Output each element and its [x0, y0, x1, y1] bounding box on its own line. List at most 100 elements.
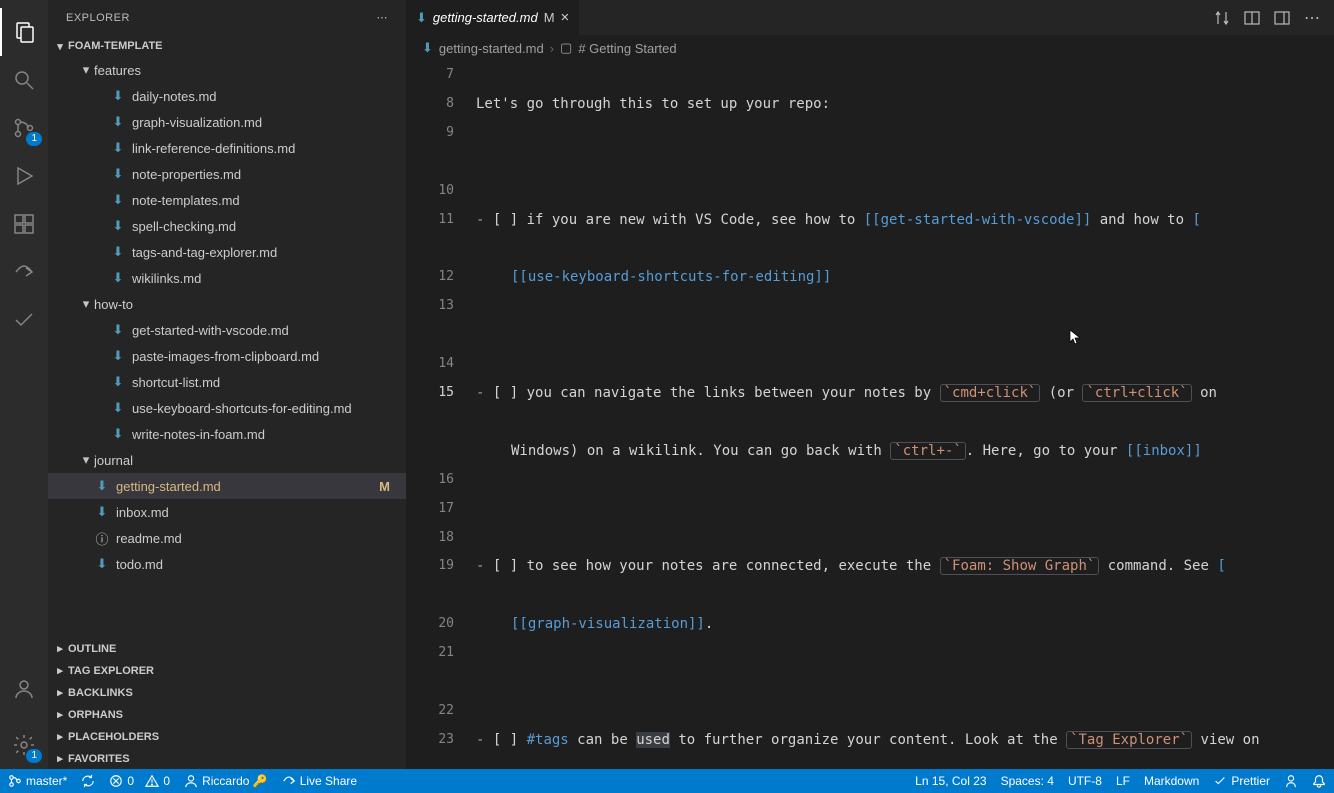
run-icon[interactable] — [0, 152, 48, 200]
preview-icon[interactable] — [1244, 10, 1260, 26]
chevron-right-icon: ▸ — [52, 642, 68, 655]
markdown-icon: ⬇ — [110, 114, 126, 130]
breadcrumb[interactable]: ⬇ getting-started.md › ▢ # Getting Start… — [406, 35, 1334, 61]
file-item[interactable]: ⬇get-started-with-vscode.md — [48, 317, 406, 343]
status-lang[interactable]: Markdown — [1144, 774, 1199, 788]
file-item[interactable]: ⬇spell-checking.md — [48, 213, 406, 239]
status-spaces[interactable]: Spaces: 4 — [1001, 774, 1054, 788]
status-sync[interactable] — [81, 774, 95, 788]
markdown-icon: ⬇ — [110, 140, 126, 156]
status-errors[interactable]: 0 0 — [109, 774, 170, 788]
sidebar-title: EXPLORER — [66, 12, 377, 24]
search-icon[interactable] — [0, 56, 48, 104]
file-item[interactable]: ⬇link-reference-definitions.md — [48, 135, 406, 161]
chevron-right-icon: ▸ — [52, 708, 68, 721]
editor-body[interactable]: 7 8 9 10 11 12 13 14 15 16 17 18 19 — [406, 61, 1334, 769]
status-bell-icon[interactable] — [1312, 774, 1326, 788]
file-item[interactable]: ⬇graph-visualization.md — [48, 109, 406, 135]
file-tree: ▾ features ⬇daily-notes.md ⬇graph-visual… — [48, 57, 406, 637]
markdown-icon: ⬇ — [416, 10, 427, 26]
sidebar-more-icon[interactable]: ⋯ — [377, 11, 389, 24]
project-header[interactable]: ▾ FOAM-TEMPLATE — [48, 35, 406, 57]
file-item[interactable]: ⓘreadme.md — [48, 525, 406, 551]
markdown-icon: ⬇ — [110, 88, 126, 104]
markdown-icon: ⬇ — [110, 348, 126, 364]
folder-features[interactable]: ▾ features — [48, 57, 406, 83]
account-icon[interactable] — [0, 665, 48, 713]
explorer-icon[interactable] — [0, 8, 48, 56]
settings-badge: 1 — [26, 749, 42, 763]
markdown-icon: ⬇ — [94, 556, 110, 572]
status-prettier[interactable]: Prettier — [1213, 774, 1270, 788]
status-encoding[interactable]: UTF-8 — [1068, 774, 1102, 788]
file-item[interactable]: ⬇note-properties.md — [48, 161, 406, 187]
modified-badge: M — [379, 479, 394, 494]
status-position[interactable]: Ln 15, Col 23 — [915, 774, 986, 788]
split-icon[interactable] — [1274, 10, 1290, 26]
markdown-icon: ⬇ — [110, 244, 126, 260]
activity-bar: 1 1 — [0, 0, 48, 769]
status-branch[interactable]: master* — [8, 774, 67, 788]
tab-modified: M — [544, 10, 555, 25]
project-name: FOAM-TEMPLATE — [68, 40, 163, 52]
status-liveshare[interactable]: Live Share — [282, 774, 357, 788]
extensions-icon[interactable] — [0, 200, 48, 248]
check-icon[interactable] — [0, 296, 48, 344]
markdown-icon: ⬇ — [110, 218, 126, 234]
markdown-icon: ⬇ — [110, 166, 126, 182]
file-item[interactable]: ⬇paste-images-from-clipboard.md — [48, 343, 406, 369]
folder-howto[interactable]: ▾ how-to — [48, 291, 406, 317]
status-bar: master* 0 0 Riccardo 🔑 Live Share Ln 15,… — [0, 769, 1334, 793]
chevron-down-icon: ▾ — [78, 296, 94, 312]
info-icon: ⓘ — [94, 529, 110, 548]
tab-filename: getting-started.md — [433, 10, 538, 25]
chevron-down-icon: ▾ — [78, 62, 94, 78]
file-item[interactable]: ⬇daily-notes.md — [48, 83, 406, 109]
section-backlinks[interactable]: ▸BACKLINKS — [48, 681, 406, 703]
file-item[interactable]: ⬇wikilinks.md — [48, 265, 406, 291]
section-orphans[interactable]: ▸ORPHANS — [48, 703, 406, 725]
markdown-icon: ⬇ — [110, 426, 126, 442]
share-icon[interactable] — [0, 248, 48, 296]
source-control-icon[interactable]: 1 — [0, 104, 48, 152]
status-feedback-icon[interactable] — [1284, 774, 1298, 788]
chevron-down-icon: ▾ — [52, 40, 68, 53]
editor-area: ⬇ getting-started.md M × ⋯ ⬇ getting-sta… — [406, 0, 1334, 769]
compare-icon[interactable] — [1214, 10, 1230, 26]
markdown-icon: ⬇ — [110, 400, 126, 416]
markdown-icon: ⬇ — [110, 192, 126, 208]
folder-journal[interactable]: ▾ journal — [48, 447, 406, 473]
code-content[interactable]: Let's go through this to set up your rep… — [476, 61, 1334, 769]
markdown-icon: ⬇ — [94, 504, 110, 520]
chevron-right-icon: ▸ — [52, 664, 68, 677]
scm-badge: 1 — [26, 132, 42, 146]
section-outline[interactable]: ▸OUTLINE — [48, 637, 406, 659]
file-getting-started[interactable]: ⬇getting-started.mdM — [48, 473, 406, 499]
file-item[interactable]: ⬇use-keyboard-shortcuts-for-editing.md — [48, 395, 406, 421]
breadcrumb-heading: # Getting Started — [578, 41, 676, 56]
close-icon[interactable]: × — [561, 9, 570, 26]
settings-icon[interactable]: 1 — [0, 721, 48, 769]
file-item[interactable]: ⬇shortcut-list.md — [48, 369, 406, 395]
markdown-icon: ⬇ — [110, 322, 126, 338]
file-item[interactable]: ⬇tags-and-tag-explorer.md — [48, 239, 406, 265]
chevron-right-icon: ▸ — [52, 752, 68, 765]
status-eol[interactable]: LF — [1116, 774, 1130, 788]
section-favorites[interactable]: ▸FAVORITES — [48, 747, 406, 769]
chevron-down-icon: ▾ — [78, 452, 94, 468]
breadcrumb-file: getting-started.md — [439, 41, 544, 56]
status-user[interactable]: Riccardo 🔑 — [184, 774, 268, 788]
markdown-icon: ⬇ — [110, 374, 126, 390]
tab-getting-started[interactable]: ⬇ getting-started.md M × — [406, 0, 580, 35]
chevron-right-icon: › — [550, 41, 554, 56]
file-item[interactable]: ⬇todo.md — [48, 551, 406, 577]
file-item[interactable]: ⬇inbox.md — [48, 499, 406, 525]
section-placeholders[interactable]: ▸PLACEHOLDERS — [48, 725, 406, 747]
markdown-icon: ⬇ — [422, 40, 433, 56]
section-tag-explorer[interactable]: ▸TAG EXPLORER — [48, 659, 406, 681]
file-item[interactable]: ⬇write-notes-in-foam.md — [48, 421, 406, 447]
chevron-right-icon: ▸ — [52, 686, 68, 699]
markdown-icon: ⬇ — [94, 478, 110, 494]
file-item[interactable]: ⬇note-templates.md — [48, 187, 406, 213]
more-icon[interactable]: ⋯ — [1304, 8, 1320, 28]
